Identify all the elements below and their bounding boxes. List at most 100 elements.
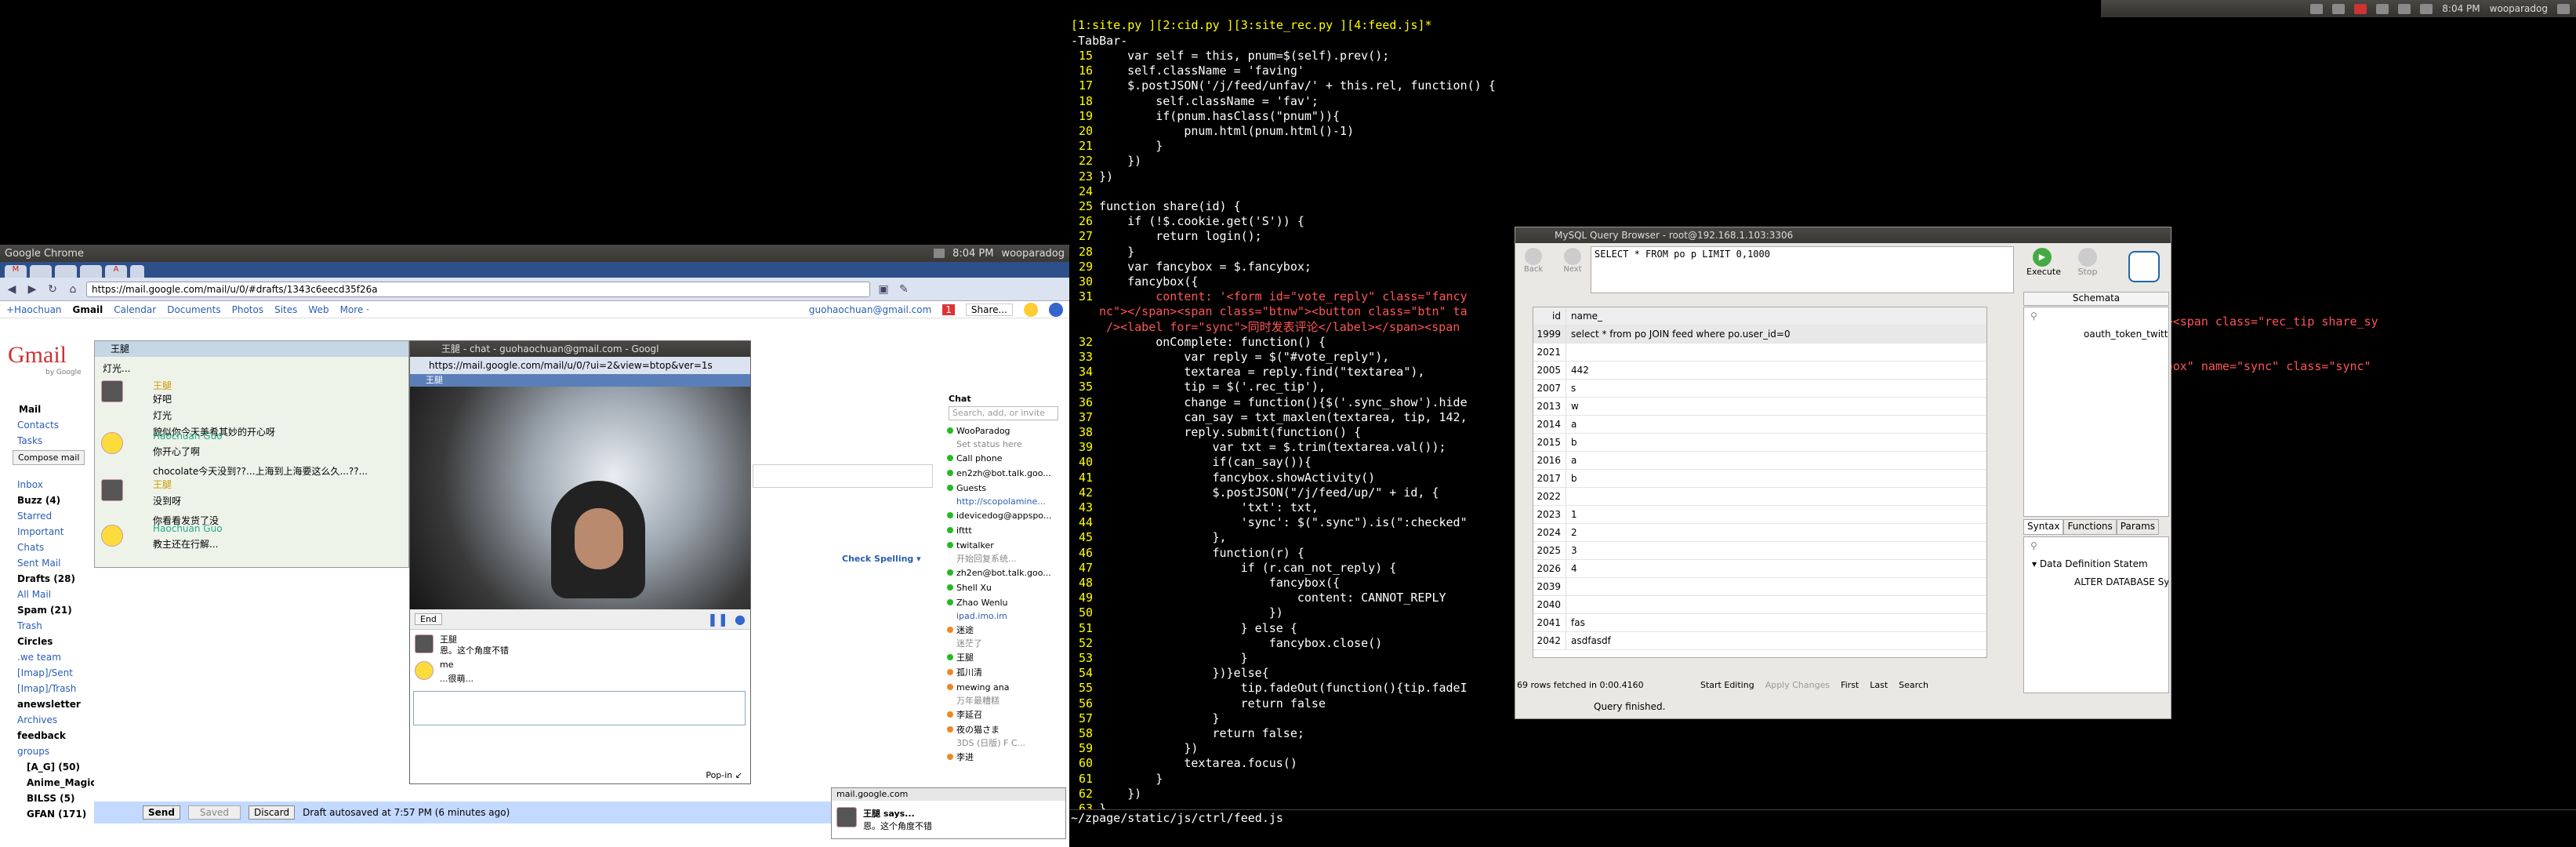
gbar-link[interactable]: Web — [308, 304, 328, 315]
code-line[interactable]: 57 } — [1069, 711, 1220, 726]
code-line[interactable]: 52 fancybox.close() — [1069, 636, 1382, 651]
share-button[interactable]: Share... — [965, 303, 1013, 316]
code-line[interactable]: 17 $.postJSON('/j/feed/unfav/' + this.re… — [1069, 78, 1496, 93]
cell-id[interactable]: 2022 — [1533, 488, 1566, 505]
code-line[interactable]: 16 self.className = 'faving' — [1069, 64, 1304, 78]
popin-link[interactable]: Pop-in ↙ — [706, 770, 742, 780]
video-chat-title[interactable]: 王腿 - chat - guohaochuan@gmail.com - Goog… — [410, 341, 750, 357]
cell-id[interactable]: 2024 — [1533, 524, 1566, 541]
nav-item[interactable]: Starred — [0, 508, 94, 524]
wrench-icon[interactable]: ✎ — [897, 282, 911, 296]
nav-item[interactable]: Anime_Magic_A... — [0, 775, 94, 791]
code-line[interactable]: 31 content: '<form id="vote_reply" class… — [1069, 289, 1468, 304]
check-spelling-link[interactable]: Check Spelling ▾ — [842, 554, 921, 564]
syntax-tree[interactable]: ⚲ ▾ Data Definition Statem ALTER DATABAS… — [2023, 536, 2169, 693]
gear-icon[interactable] — [1049, 302, 1063, 317]
gbar-link[interactable]: More · — [340, 304, 369, 315]
stop-button[interactable]: Stop — [2072, 248, 2103, 277]
roster-item[interactable]: Zhao Wenlu — [947, 595, 1065, 610]
query-editor[interactable]: SELECT * FROM po p LIMIT 0,1000 — [1591, 246, 2014, 293]
code-line[interactable]: 27 return login(); — [1069, 229, 1262, 244]
nav-item[interactable]: feedback — [0, 728, 94, 743]
nav-item[interactable]: [Imap]/Sent — [0, 665, 94, 681]
code-line[interactable]: 40 if(can_say()){ — [1069, 455, 1312, 470]
roster-status[interactable]: 迷茫了 — [947, 638, 1065, 650]
table-row[interactable]: 2024 2 — [1533, 524, 1986, 542]
code-line[interactable]: 61 } — [1069, 772, 1163, 787]
nav-item[interactable]: GFAN (171) — [0, 806, 94, 822]
cell-id[interactable]: 2007 — [1533, 380, 1566, 397]
nav-item[interactable]: All Mail — [0, 587, 94, 602]
start-editing-button[interactable]: Start Editing — [1700, 680, 1754, 690]
tab-syntax[interactable]: Syntax — [2023, 519, 2064, 535]
roster-status[interactable]: Set status here — [947, 438, 1065, 451]
cell-name[interactable]: w — [1566, 398, 1579, 415]
table-row[interactable]: 2005 442 — [1533, 362, 1986, 380]
gbar-link[interactable]: Calendar — [114, 304, 156, 315]
roster-item[interactable]: Guests — [947, 481, 1065, 496]
volume-icon[interactable] — [2420, 3, 2433, 14]
code-line[interactable]: 42 $.postJSON("/j/feed/up/" + id, { — [1069, 485, 1439, 500]
code-line[interactable]: 23}) — [1069, 169, 1113, 184]
cell-name[interactable]: b — [1566, 470, 1577, 487]
syntax-item[interactable]: ALTER DATABASE Sy — [2049, 573, 2168, 591]
popup-chat-name[interactable]: 王腿 — [410, 374, 750, 387]
column-header-name[interactable]: name_ — [1566, 307, 1602, 325]
gbar-link[interactable]: Photos — [232, 304, 263, 315]
nav-item[interactable]: Inbox — [0, 477, 94, 493]
nav-item[interactable]: Archives — [0, 712, 94, 728]
first-button[interactable]: First — [1841, 680, 1859, 690]
code-line[interactable]: 62 }) — [1069, 787, 1141, 802]
schemata-tree[interactable]: ⚲ oauth_token_twitteoauth_token_www1pay_… — [2023, 307, 2169, 517]
roster-status[interactable]: ipad.imo.im — [947, 610, 1065, 623]
code-line[interactable]: 59 }) — [1069, 741, 1198, 756]
browser-tab[interactable] — [55, 265, 77, 278]
cell-id[interactable]: 2021 — [1533, 344, 1566, 361]
nav-item[interactable]: .we team — [0, 649, 94, 665]
back-button[interactable]: Back — [1522, 248, 1545, 274]
code-line[interactable]: 24 — [1069, 184, 1099, 199]
roster-item[interactable]: mewing ana — [947, 680, 1065, 695]
syntax-search[interactable]: ⚲ — [2024, 537, 2168, 555]
table-row[interactable]: 2007 s — [1533, 380, 1986, 398]
roster-item[interactable]: 李进 — [947, 750, 1065, 765]
cell-id[interactable]: 2005 — [1533, 362, 1566, 379]
cell-name[interactable]: asdfasdf — [1566, 632, 1611, 649]
browser-tab[interactable] — [80, 265, 102, 278]
gbar-link[interactable]: Documents — [167, 304, 220, 315]
code-line[interactable]: 53 } — [1069, 651, 1248, 666]
cell-name[interactable]: select * from po JOIN feed where po.user… — [1566, 325, 1791, 343]
cell-id[interactable]: 2017 — [1533, 470, 1566, 487]
cell-name[interactable]: a — [1566, 452, 1576, 469]
cell-name[interactable]: fas — [1566, 614, 1585, 631]
nav-item[interactable]: Chats — [0, 540, 94, 555]
code-line[interactable]: 35 tip = $('.rec_tip'), — [1069, 380, 1326, 394]
roster-status[interactable]: 万年最糟糕 — [947, 695, 1065, 707]
mysql-title[interactable]: MySQL Query Browser - root@192.168.1.103… — [1515, 227, 2171, 243]
gbar-link[interactable]: +Haochuan — [6, 304, 62, 315]
code-line[interactable]: /><label for="sync">同时发表评论</label></span… — [1069, 320, 1460, 335]
roster-item[interactable]: ifttt — [947, 523, 1065, 538]
nav-item[interactable]: anewsletter — [0, 696, 94, 712]
compose-button[interactable]: Compose mail — [13, 450, 85, 465]
code-line[interactable]: 44 'sync': $(".sync").is(":checked" — [1069, 515, 1468, 530]
code-line[interactable]: 46 function(r) { — [1069, 546, 1304, 561]
user-menu[interactable]: wooparadog — [1001, 248, 1065, 260]
code-line[interactable]: 50 }) — [1069, 605, 1283, 620]
code-line[interactable]: 49 content: CANNOT_REPLY — [1069, 591, 1446, 605]
compose-body[interactable] — [753, 464, 933, 488]
back-icon[interactable]: ◀ — [5, 282, 19, 296]
code-line[interactable]: 28 } — [1069, 245, 1134, 260]
table-row[interactable]: 2021 — [1533, 344, 1986, 362]
code-line[interactable]: 37 can_say = txt_maxlen(textarea, tip, 1… — [1069, 410, 1468, 425]
browser-tab[interactable]: A — [105, 265, 127, 278]
code-line[interactable]: 26 if (!$.cookie.get('S')) { — [1069, 214, 1304, 229]
schemata-tab[interactable]: Schemata — [2023, 292, 2169, 306]
table-row[interactable]: 2015 b — [1533, 434, 1986, 452]
table-row[interactable]: 2026 4 — [1533, 560, 1986, 578]
code-line[interactable]: 33 var reply = $("#vote_reply"), — [1069, 350, 1389, 365]
roster-item[interactable]: idevicedog@appspo... — [947, 508, 1065, 523]
code-line[interactable]: 58 return false; — [1069, 726, 1304, 741]
code-line[interactable]: 48 fancybox({ — [1069, 576, 1340, 591]
user-menu[interactable]: wooparadog — [2490, 3, 2548, 14]
